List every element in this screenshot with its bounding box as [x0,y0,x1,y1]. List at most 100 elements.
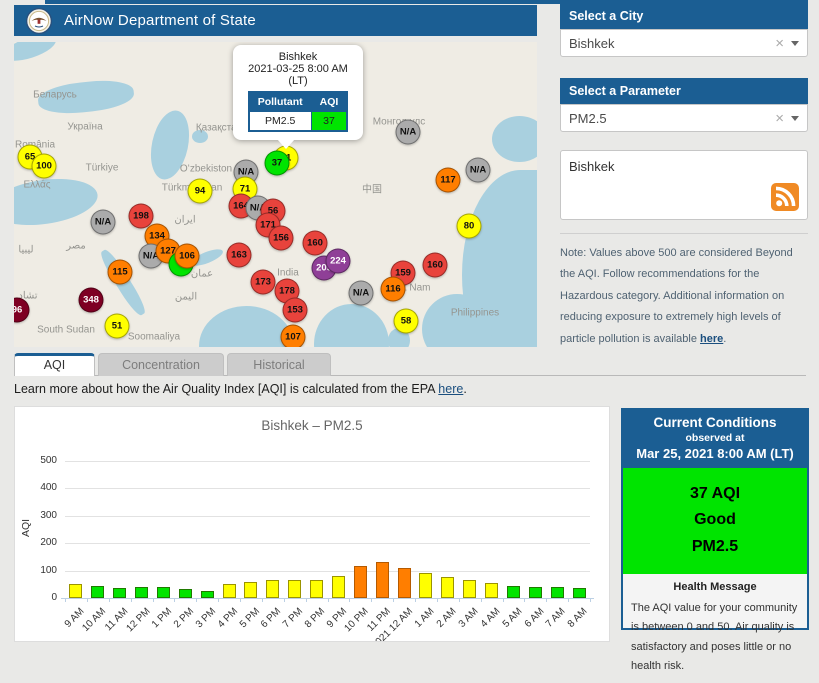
map-marker[interactable]: 153 [283,298,308,323]
popup-table: Pollutant AQI PM2.5 37 [248,91,349,132]
chart-x-tick [481,598,482,602]
chart-x-tick [109,598,110,602]
aqi-summary-box: 37 AQI Good PM2.5 [623,468,807,574]
chart-bar [113,588,126,598]
map-marker[interactable]: 58 [394,309,419,334]
chart-bar [551,587,564,598]
chart-x-label: 10 AM [81,606,109,634]
chart-bar [157,587,170,598]
map[interactable]: БеларусьУкраїнаRomâniaΕλλάςTürkiyeҚазақс… [14,42,537,347]
chart-x-tick [371,598,372,602]
chart-bar [91,586,104,598]
map-marker[interactable]: 80 [457,214,482,239]
chart-bar [463,580,476,598]
chart-bar [507,586,520,598]
parameter-select[interactable]: PM2.5 × [560,104,808,132]
chart-x-label: 6 AM [522,606,546,630]
epa-here-link[interactable]: here [438,382,463,396]
map-marker[interactable]: 94 [188,179,213,204]
map-marker[interactable]: N/A [396,120,421,145]
learn-more-prefix: Learn more about how the Air Quality Ind… [14,382,438,396]
tab-historical[interactable]: Historical [227,353,331,376]
map-marker[interactable]: 117 [436,168,461,193]
chart-bar [485,583,498,598]
chart-x-tick [503,598,504,602]
chart-x-label: 7 AM [544,606,568,630]
popup-col-pollutant: Pollutant [249,92,311,112]
map-marker[interactable]: 160 [303,231,328,256]
map-marker[interactable]: N/A [466,158,491,183]
popup-city: Bishkek [237,51,359,63]
health-message-section: Health Message The AQI value for your co… [623,574,807,683]
tab-aqi[interactable]: AQI [14,353,95,376]
chevron-down-icon[interactable] [791,116,799,121]
map-marker[interactable]: 107 [281,325,306,348]
parameter-select-value: PM2.5 [569,111,768,126]
map-marker[interactable]: 100 [32,154,57,179]
map-marker[interactable]: 37 [265,151,290,176]
current-conditions-panel: Current Conditions observed at Mar 25, 2… [621,408,809,630]
chart-gridline [65,543,590,544]
chart-bar [310,580,323,598]
chart-x-tick [87,598,88,602]
popup-aqi-value: 37 [311,112,347,132]
chart-bar [441,577,454,598]
chart-bar [244,582,257,598]
note-here-link[interactable]: here [700,333,723,345]
observed-datetime: Mar 25, 2021 8:00 AM (LT) [625,446,805,461]
clear-icon[interactable]: × [768,111,791,126]
chevron-down-icon[interactable] [791,41,799,46]
map-marker[interactable]: 96 [14,298,30,323]
chart-x-tick [349,598,350,602]
chart-x-tick [284,598,285,602]
chart-x-tick [262,598,263,602]
rss-icon[interactable] [771,183,799,211]
city-select[interactable]: Bishkek × [560,29,808,57]
sidebar: Select a City Bishkek × Select a Paramet… [560,3,808,350]
map-marker[interactable]: 163 [227,243,252,268]
chart-bar [573,588,586,598]
map-marker[interactable]: 160 [423,253,448,278]
chart-x-label: 12 PM [124,606,152,634]
note-text: Note: Values above 500 are considered Be… [560,243,808,350]
chart-x-label: 1 PM [150,606,174,630]
chart-bar [376,562,389,598]
map-marker[interactable]: 106 [175,244,200,269]
map-marker[interactable]: 156 [269,226,294,251]
learn-more-suffix: . [463,382,466,396]
tab-concentration[interactable]: Concentration [98,353,224,376]
chart-x-label: 5 AM [500,606,524,630]
app-header: AirNow Department of State [14,5,537,36]
city-select-value: Bishkek [569,36,768,51]
chart-x-tick [415,598,416,602]
chart-x-label: 1 AM [413,606,437,630]
map-marker[interactable]: 115 [108,260,133,285]
chart-y-tick-label: 300 [19,510,57,521]
rss-city-text: Bishkek [569,159,615,174]
chart-x-tick [65,598,66,602]
map-marker[interactable]: N/A [349,281,374,306]
map-marker[interactable]: 116 [381,277,406,302]
map-marker[interactable]: 173 [251,270,276,295]
map-marker[interactable]: N/A [91,210,116,235]
current-conditions-header: Current Conditions observed at Mar 25, 2… [623,410,807,468]
popup-pollutant-value: PM2.5 [249,112,311,132]
health-message-body: The AQI value for your community is betw… [631,599,799,676]
note-prefix: Note: Values above 500 are considered Be… [560,247,793,345]
chart-bar [266,580,279,598]
clear-icon[interactable]: × [768,36,791,51]
chart-x-label: 2 PM [172,606,196,630]
map-marker[interactable]: 348 [79,288,104,313]
popup-col-aqi: AQI [311,92,347,112]
chart-x-label: 8 PM [303,606,327,630]
chart-bar [223,584,236,598]
chart-y-tick-label: 0 [19,592,57,603]
chart-x-tick [437,598,438,602]
chart-x-tick [306,598,307,602]
popup-tail [277,139,295,149]
chart-x-label: 6 PM [259,606,283,630]
chart-plot: 01002003004005009 AM10 AM11 AM12 PM1 PM2… [65,461,590,598]
map-marker[interactable]: 224 [326,249,351,274]
map-marker[interactable]: 51 [105,314,130,339]
chart-x-label: 7 PM [281,606,305,630]
